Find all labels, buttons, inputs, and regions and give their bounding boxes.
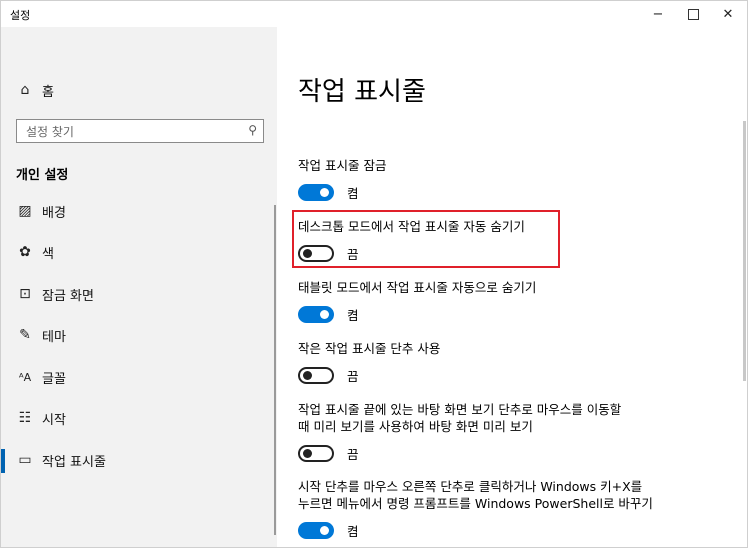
palette-icon: ✿ [19,244,31,260]
maximize-icon [687,8,699,20]
setting-peek: 작업 표시줄 끝에 있는 바탕 화면 보기 단추로 마우스를 이동할 때 미리 … [298,401,738,462]
sidebar-item-home[interactable]: ⌂ 홈 [1,73,271,107]
sidebar-group-title: 개인 설정 [16,168,69,183]
main-panel: 작업 표시줄 작업 표시줄 잠금 켬 데스크톱 모드에서 작업 표시줄 자동 숨… [277,27,747,547]
toggle-knob [320,187,329,197]
toggle-switch[interactable] [298,521,334,539]
sidebar-item-taskbar[interactable]: ▭ 작업 표시줄 [1,443,271,477]
toggle-row: 켬 [298,182,359,202]
toggle-switch[interactable] [298,444,334,462]
sidebar-item-fonts[interactable]: ᴬA 글꼴 [1,360,271,394]
sidebar-item-label: 시작 [42,412,66,428]
sidebar-item-label: 색 [42,246,54,262]
font-icon: ᴬA [18,370,32,384]
toggle-row: 끔 [298,443,359,463]
sidebar-item-label: 홈 [42,84,54,100]
title-bar[interactable]: 설정 − ✕ [1,1,747,27]
lock-screen-icon: ⊡ [19,286,31,302]
toggle-knob [320,525,329,535]
toggle-knob [320,309,329,319]
sidebar-item-label: 작업 표시줄 [42,454,106,470]
search-icon[interactable]: ⚲ [248,123,257,137]
sidebar-item-lock-screen[interactable]: ⊡ 잠금 화면 [1,277,271,311]
setting-label: 작업 표시줄 잠금 [298,158,387,173]
start-icon: ☷ [18,410,32,426]
search-input[interactable]: 설정 찾기 ⚲ [16,119,264,143]
toggle-state: 켬 [347,307,359,323]
setting-label-line2: 때 미리 보기를 사용하여 바탕 화면 미리 보기 [298,419,533,434]
toggle-row: 켬 [298,520,359,540]
toggle-state: 끔 [347,368,359,384]
close-button[interactable]: ✕ [711,1,745,27]
setting-small-buttons: 작은 작업 표시줄 단추 사용 끔 [298,340,738,384]
image-icon: ▨ [18,203,32,219]
sidebar-item-start[interactable]: ☷ 시작 [1,401,271,435]
setting-label-line2: 누르면 메뉴에서 명령 프롬프트를 Windows PowerShell로 바꾸… [298,496,653,511]
minimize-icon: − [652,6,664,22]
toggle-state: 켬 [347,523,359,539]
sidebar-item-label: 테마 [42,329,66,345]
theme-icon: ✎ [19,327,31,343]
setting-powershell: 시작 단추를 마우스 오른쪽 단추로 클릭하거나 Windows 키+X를 누르… [298,478,738,539]
sidebar-item-background[interactable]: ▨ 배경 [1,194,271,228]
toggle-knob [303,370,312,380]
taskbar-icon: ▭ [18,452,32,468]
toggle-state: 끔 [347,446,359,462]
main-scrollbar[interactable] [743,121,746,381]
sidebar-item-color[interactable]: ✿ 색 [1,235,271,269]
toggle-switch[interactable] [298,366,334,384]
sidebar-item-themes[interactable]: ✎ 테마 [1,318,271,352]
page-title: 작업 표시줄 [298,77,426,107]
maximize-button[interactable] [676,1,710,27]
sidebar-scrollbar[interactable] [274,205,276,535]
highlight-box [292,210,560,268]
setting-label: 태블릿 모드에서 작업 표시줄 자동으로 숨기기 [298,280,537,295]
sidebar-item-label: 배경 [42,205,66,221]
setting-label: 작은 작업 표시줄 단추 사용 [298,341,441,356]
setting-autohide-tablet: 태블릿 모드에서 작업 표시줄 자동으로 숨기기 켬 [298,279,738,323]
minimize-button[interactable]: − [641,1,675,27]
setting-lock-taskbar: 작업 표시줄 잠금 켬 [298,157,738,201]
sidebar-item-label: 글꼴 [42,371,66,387]
toggle-row: 켬 [298,304,359,324]
toggle-switch[interactable] [298,305,334,323]
search-placeholder: 설정 찾기 [26,125,74,139]
sidebar-item-label: 잠금 화면 [42,288,94,304]
toggle-row: 끔 [298,365,359,385]
setting-label: 작업 표시줄 끝에 있는 바탕 화면 보기 단추로 마우스를 이동할 [298,402,622,417]
settings-window: 설정 − ✕ ⌂ 홈 설정 찾기 ⚲ 개인 설정 ▨ 배경 ✿ 색 ⊡ 잠금 화… [0,0,748,548]
close-icon: ✕ [722,6,734,22]
toggle-knob [303,448,312,458]
window-title: 설정 [10,9,31,22]
sidebar: ⌂ 홈 설정 찾기 ⚲ 개인 설정 ▨ 배경 ✿ 색 ⊡ 잠금 화면 ✎ 테마 … [1,27,277,547]
toggle-switch[interactable] [298,183,334,201]
setting-label: 시작 단추를 마우스 오른쪽 단추로 클릭하거나 Windows 키+X를 [298,479,643,494]
toggle-state: 켬 [347,185,359,201]
home-icon: ⌂ [20,82,30,98]
